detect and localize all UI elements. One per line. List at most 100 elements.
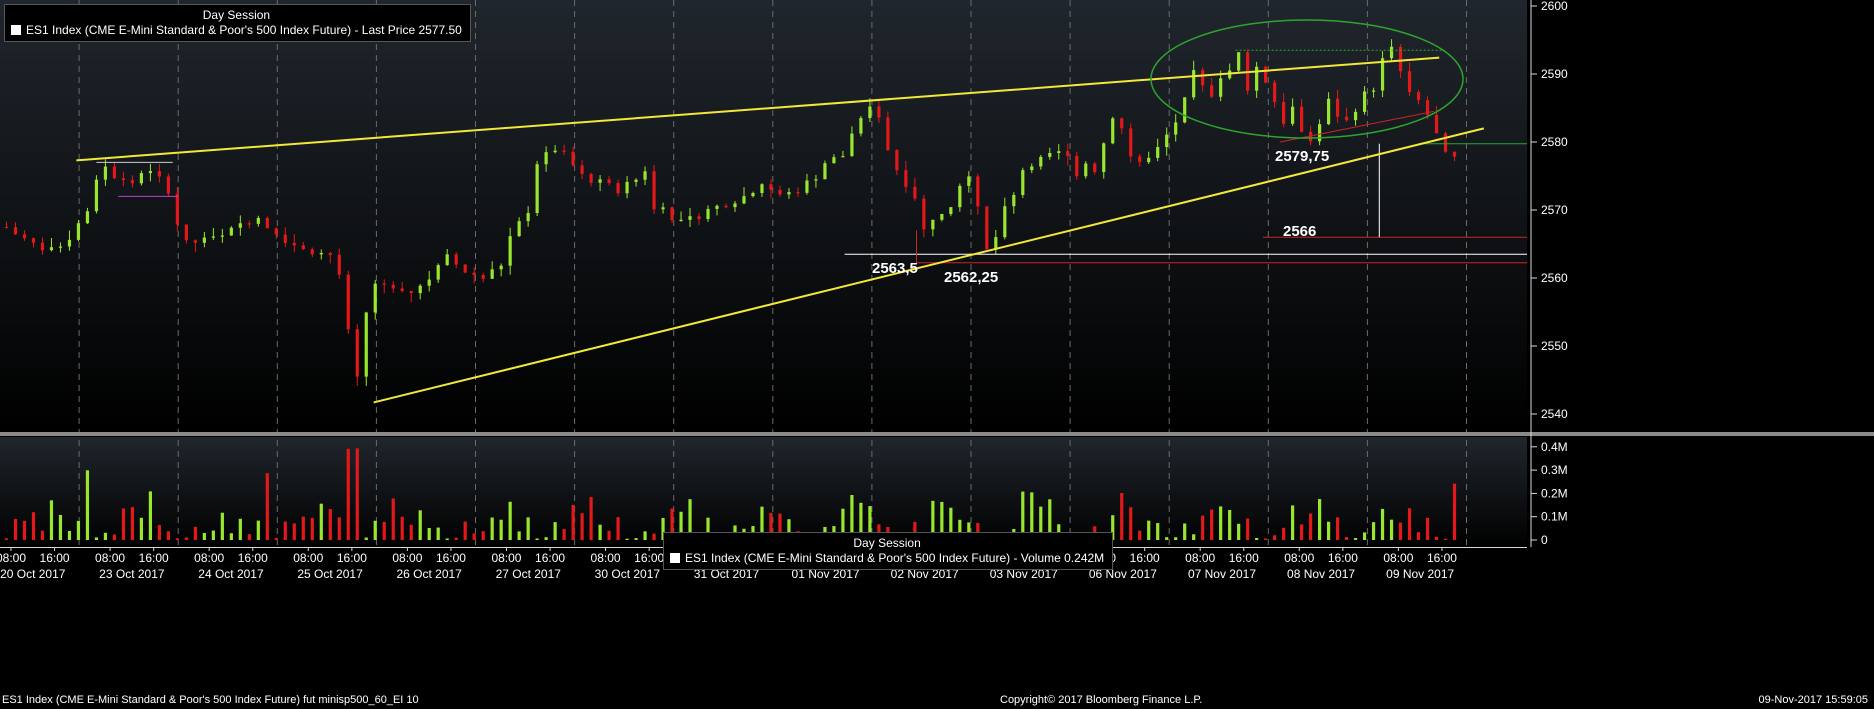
candle-body	[211, 236, 215, 238]
volume-bar	[1201, 515, 1205, 540]
candle-body	[859, 118, 863, 134]
x-time-label: 08:00	[1383, 551, 1413, 565]
volume-bar	[22, 520, 27, 540]
candle-body	[1012, 194, 1016, 207]
candle-body	[463, 264, 467, 273]
x-day-label: 23 Oct 2017	[99, 567, 165, 581]
volume-bar	[553, 522, 557, 540]
candle-body	[1273, 82, 1277, 103]
volume-bar	[508, 501, 512, 540]
candle-body	[445, 254, 449, 266]
candle-body	[1300, 106, 1304, 132]
candle-body	[139, 173, 144, 184]
candle-body	[1353, 111, 1358, 121]
volume-bar	[94, 537, 99, 540]
price-legend-session: Day Session	[202, 8, 271, 22]
x-day-label: 27 Oct 2017	[496, 567, 562, 581]
candle-body	[958, 185, 962, 208]
volume-bar	[184, 537, 188, 540]
volume-bar	[1282, 527, 1286, 540]
volume-bar	[1291, 505, 1295, 540]
volume-bar	[40, 530, 45, 540]
volume-bar	[652, 533, 656, 540]
volume-bar	[625, 538, 629, 540]
volume-bar	[445, 538, 449, 540]
volume-bar	[1344, 537, 1349, 540]
volume-bar	[1246, 518, 1250, 540]
volume-bar	[427, 527, 431, 540]
volume-bar	[1309, 513, 1313, 540]
annotation-2562-25: 2562,25	[944, 269, 998, 286]
volume-bar	[310, 518, 314, 540]
x-time-label: 08:00	[194, 551, 224, 565]
candle-body	[1102, 143, 1106, 173]
x-time-label: 16:00	[40, 551, 70, 565]
candle-body	[265, 217, 269, 229]
candle-body	[1120, 118, 1124, 129]
candle-body	[499, 265, 503, 270]
x-day-label: 09 Nov 2017	[1386, 567, 1454, 581]
volume-bar	[1380, 508, 1385, 540]
candle-body	[589, 174, 593, 183]
x-time-label: 16:00	[139, 551, 169, 565]
volume-axis-label: 0.2M	[1541, 486, 1568, 500]
price-axis-label: 2560	[1541, 271, 1568, 285]
volume-bar	[1192, 534, 1196, 540]
x-time-label: 16:00	[238, 551, 268, 565]
volume-axis-label: 0.3M	[1541, 463, 1568, 477]
candle-body	[778, 189, 782, 195]
annotation-2563-5: 2563,5	[872, 260, 918, 277]
candle-body	[1183, 97, 1187, 123]
candle-body	[1416, 92, 1421, 101]
candle-body	[1111, 118, 1115, 144]
candle-body	[4, 227, 9, 229]
volume-bar	[382, 521, 386, 540]
volume-bar	[1165, 537, 1169, 540]
price-legend-row: ES1 Index (CME E-Mini Standard & Poor's …	[11, 23, 462, 37]
volume-bar	[1443, 538, 1448, 540]
candle-body	[1057, 151, 1061, 154]
candle-body	[328, 252, 332, 255]
volume-bar	[517, 531, 521, 540]
candle-body	[1075, 155, 1079, 177]
volume-bar	[13, 518, 18, 540]
candle-body	[202, 237, 206, 243]
candle-body	[805, 180, 809, 193]
x-time-label: 08:00	[0, 551, 26, 565]
volume-bar	[364, 537, 368, 540]
candle-body	[283, 234, 287, 243]
candle-body	[400, 288, 404, 292]
volume-bar	[1362, 532, 1367, 540]
candle-body	[769, 184, 773, 190]
volume-bar	[580, 513, 584, 540]
volume-bar	[1129, 507, 1133, 540]
volume-bar	[1183, 523, 1187, 540]
price-axis-label: 2550	[1541, 339, 1568, 353]
candle-body	[49, 247, 54, 251]
x-time-label: 16:00	[1229, 551, 1259, 565]
candle-body	[967, 176, 971, 186]
volume-bar	[112, 534, 117, 540]
volume-bar	[409, 524, 413, 540]
volume-bar	[328, 509, 332, 540]
volume-bar	[346, 448, 350, 540]
candle-body	[1237, 52, 1241, 71]
candle-body	[535, 164, 539, 213]
volume-bar	[139, 517, 144, 540]
candle-body	[625, 181, 629, 194]
candle-body	[760, 184, 764, 194]
candle-body	[22, 234, 27, 239]
x-day-label: 25 Oct 2017	[297, 567, 363, 581]
candle-body	[949, 207, 953, 215]
candle-body	[994, 237, 998, 250]
volume-bar	[1317, 499, 1322, 540]
candle-body	[175, 193, 179, 225]
candle-body	[454, 254, 458, 265]
price-axis-label: 2570	[1541, 203, 1568, 217]
candle-body	[634, 179, 638, 182]
candle-body	[274, 228, 278, 235]
candle-body	[697, 216, 701, 220]
volume-bar	[562, 529, 566, 540]
candle-body	[841, 156, 845, 158]
candle-body	[1264, 66, 1268, 83]
